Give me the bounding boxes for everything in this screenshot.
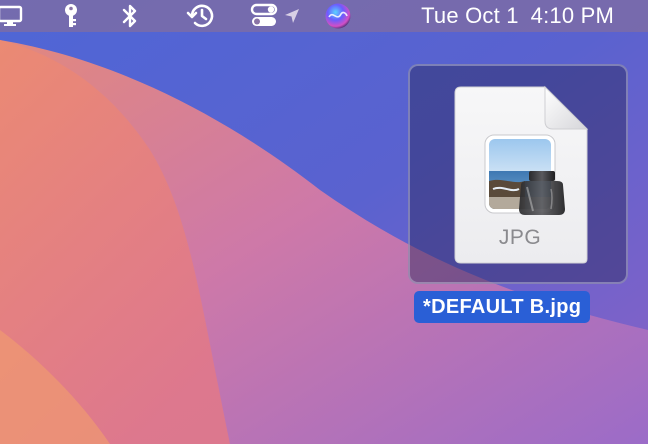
display-icon[interactable] — [0, 4, 24, 28]
file-name-label[interactable]: *DEFAULT B.jpg — [414, 291, 591, 323]
location-arrow-icon — [283, 4, 301, 28]
key-icon[interactable] — [60, 4, 82, 28]
desktop-screen: Tue Oct 1 4:10 PM JPG *DEFAULT B.jpg — [0, 0, 648, 444]
preview-app-thumbnail — [484, 134, 565, 215]
clock-time: 4:10 PM — [530, 3, 614, 28]
clock-date: Tue Oct 1 — [421, 3, 519, 28]
menu-bar: Tue Oct 1 4:10 PM — [0, 0, 648, 32]
menu-bar-clock[interactable]: Tue Oct 1 4:10 PM — [421, 0, 614, 32]
siri-icon[interactable] — [323, 3, 353, 29]
file-icon-selection[interactable]: JPG — [408, 64, 628, 284]
control-center-icon[interactable] — [250, 3, 280, 28]
time-machine-icon[interactable] — [186, 4, 216, 28]
bluetooth-icon[interactable] — [119, 4, 141, 28]
file-type-badge: JPG — [498, 226, 542, 249]
